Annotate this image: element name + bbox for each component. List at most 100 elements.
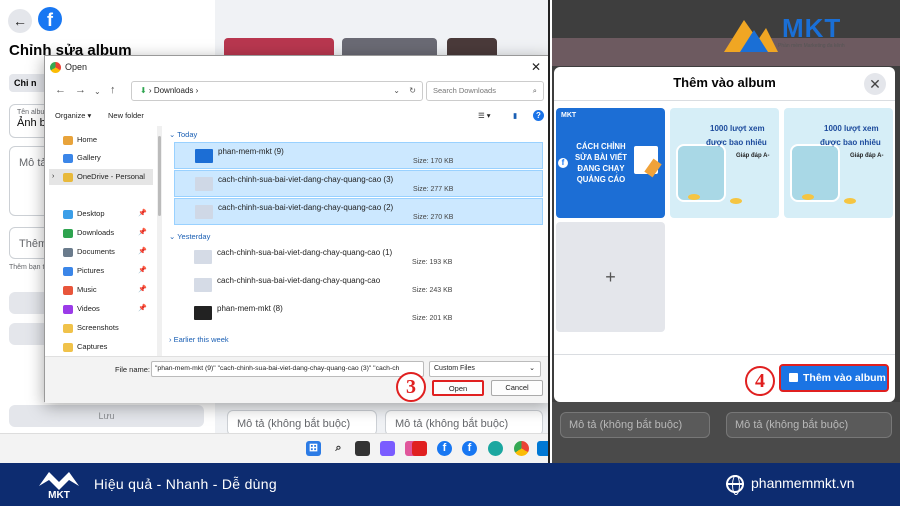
file-size: Size: 243 KB bbox=[412, 287, 453, 294]
search-input[interactable]: Search Downloads ⌕ bbox=[426, 81, 544, 101]
file-size: Size: 270 KB bbox=[413, 214, 454, 221]
website-link[interactable]: phanmemmkt.vn bbox=[751, 475, 854, 491]
windows-start-icon[interactable]: ⊞ bbox=[306, 441, 321, 456]
nav-item-music[interactable]: Music 📌 bbox=[63, 282, 153, 298]
photo-description-field[interactable]: Mô tả (không bắt buộc) bbox=[726, 412, 892, 438]
file-name: cach-chinh-sua-bai-viet-dang-chay-quang-… bbox=[218, 203, 394, 212]
chrome-icon[interactable] bbox=[514, 441, 529, 456]
file-name: cach-chinh-sua-bai-viet-dang-chay-quang-… bbox=[217, 276, 381, 285]
coin-icon bbox=[802, 194, 814, 200]
downloads-icon: ⬇ bbox=[140, 86, 147, 95]
home-icon bbox=[63, 135, 73, 145]
new-folder-button[interactable]: New folder bbox=[108, 106, 144, 126]
group-header-yesterday[interactable]: ⌄ Yesterday bbox=[169, 232, 210, 241]
forward-arrow-icon[interactable]: → bbox=[75, 84, 86, 96]
file-thumbnail bbox=[194, 250, 212, 264]
back-button[interactable]: ← bbox=[8, 9, 32, 33]
search-icon[interactable]: ⌕ bbox=[331, 441, 346, 456]
preview-pane-icon[interactable]: ▮ bbox=[513, 106, 517, 126]
left-screenshot: ← f Chỉnh sửa album Chỉ n Tên albu Ảnh b… bbox=[0, 0, 550, 463]
open-button[interactable]: Open bbox=[432, 380, 484, 396]
mkt-logo-icon: MKT bbox=[561, 112, 577, 119]
folder-icon bbox=[63, 323, 73, 333]
close-icon[interactable]: ✕ bbox=[531, 56, 541, 79]
file-thumbnail bbox=[194, 278, 212, 292]
privacy-button[interactable]: Chỉ n bbox=[9, 74, 49, 92]
file-name-label: File name: bbox=[115, 365, 151, 374]
file-thumbnail bbox=[194, 306, 212, 320]
photo-tile[interactable]: MKT f CÁCH CHỈNH SỬA BÀI VIẾT ĐANG CHẠY … bbox=[556, 108, 665, 218]
chevron-right-icon[interactable]: › bbox=[52, 169, 54, 185]
pin-icon: 📌 bbox=[138, 267, 147, 274]
file-size: Size: 193 KB bbox=[412, 259, 453, 266]
facebook-icon[interactable]: f bbox=[462, 441, 477, 456]
edge-icon[interactable] bbox=[488, 441, 503, 456]
add-photo-tile[interactable]: + bbox=[556, 222, 665, 332]
nav-item-videos[interactable]: Videos 📌 bbox=[63, 301, 153, 317]
address-bar[interactable]: ⬇ › Downloads › ⌄ ↻ bbox=[131, 81, 423, 101]
windows-taskbar: ⊞ ⌕ f f bbox=[0, 433, 548, 463]
file-thumbnail bbox=[195, 149, 213, 163]
photo-description-field[interactable]: Mô tả (không bắt buộc) bbox=[560, 412, 710, 438]
chrome-icon bbox=[50, 62, 61, 73]
file-row[interactable]: phan-mem-mkt (9) Size: 170 KB bbox=[174, 142, 543, 169]
file-name: cach-chinh-sua-bai-viet-dang-chay-quang-… bbox=[217, 248, 393, 257]
chevron-down-icon[interactable]: ⌄ bbox=[393, 82, 400, 100]
up-arrow-icon[interactable]: ↑ bbox=[110, 84, 116, 96]
facebook-logo-icon[interactable]: f bbox=[38, 7, 62, 31]
file-thumbnail bbox=[195, 205, 213, 219]
breadcrumb-item[interactable]: Downloads bbox=[154, 86, 194, 95]
promo-line-1: 1000 lượt xem bbox=[710, 124, 765, 133]
facebook-icon[interactable]: f bbox=[437, 441, 452, 456]
photo-tile[interactable]: 1000 lượt xem được bao nhiêu Giáp đáp A- bbox=[670, 108, 779, 218]
organize-menu[interactable]: Organize ▾ bbox=[55, 106, 91, 126]
chevron-down-icon[interactable]: ⌄ bbox=[94, 87, 101, 96]
youtube-icon[interactable] bbox=[412, 441, 427, 456]
nav-item-documents[interactable]: Documents 📌 bbox=[63, 244, 153, 260]
mkt-logo-text: MKT bbox=[782, 13, 842, 43]
mkt-logo-icon bbox=[724, 20, 778, 52]
file-list: ⌄ Today phan-mem-mkt (9) Size: 170 KB ca… bbox=[167, 126, 547, 356]
mkt-logo: MKT Phần mềm Marketing đa kênh bbox=[722, 8, 894, 62]
group-header-today[interactable]: ⌄ Today bbox=[169, 130, 197, 139]
tile-caption: CÁCH CHỈNH SỬA BÀI VIẾT ĐANG CHẠY QUẢNG … bbox=[574, 142, 628, 184]
file-type-select[interactable]: Custom Files ⌄ bbox=[429, 361, 541, 377]
nav-item-screenshots[interactable]: Screenshots bbox=[63, 320, 163, 336]
dialog-titlebar: Open ✕ bbox=[45, 56, 548, 79]
nav-item-desktop[interactable]: Desktop 📌 bbox=[63, 206, 153, 222]
pin-icon: 📌 bbox=[138, 305, 147, 312]
file-name-input[interactable]: "phan-mem-mkt (9)" "cach-chinh-sua-bai-v… bbox=[151, 361, 424, 377]
file-size: Size: 277 KB bbox=[413, 186, 454, 193]
file-row[interactable]: cach-chinh-sua-bai-viet-dang-chay-quang-… bbox=[174, 170, 543, 197]
file-row[interactable]: cach-chinh-sua-bai-viet-dang-chay-quang-… bbox=[174, 272, 543, 299]
group-header-earlier[interactable]: › Earlier this week bbox=[169, 335, 229, 344]
divider bbox=[554, 100, 895, 101]
refresh-icon[interactable]: ↻ bbox=[409, 82, 416, 100]
pictures-icon bbox=[63, 266, 73, 276]
photo-tile[interactable]: 1000 lượt xem được bao nhiêu Giáp đáp A- bbox=[784, 108, 893, 218]
save-button[interactable]: Lưu bbox=[9, 405, 204, 427]
promo-line-3: Giáp đáp A- bbox=[850, 153, 884, 159]
pin-icon: 📌 bbox=[138, 248, 147, 255]
file-row[interactable]: cach-chinh-sua-bai-viet-dang-chay-quang-… bbox=[174, 198, 543, 225]
right-background-bottom: Mô tả (không bắt buộc) Mô tả (không bắt … bbox=[552, 402, 900, 463]
close-icon[interactable]: ✕ bbox=[864, 73, 886, 95]
add-to-album-button[interactable]: Thêm vào album bbox=[779, 364, 889, 392]
nav-item-downloads[interactable]: Downloads 📌 bbox=[63, 225, 153, 241]
file-row[interactable]: phan-mem-mkt (8) Size: 201 KB bbox=[174, 300, 543, 327]
cancel-button[interactable]: Cancel bbox=[491, 380, 543, 396]
nav-item-onedrive[interactable]: › OneDrive - Personal bbox=[49, 169, 153, 185]
photos-icon[interactable] bbox=[380, 441, 395, 456]
nav-item-gallery[interactable]: Gallery bbox=[63, 150, 163, 166]
nav-item-captures[interactable]: Captures bbox=[63, 339, 163, 355]
nav-item-home[interactable]: Home bbox=[63, 132, 163, 148]
vscode-icon[interactable] bbox=[537, 441, 548, 456]
nav-item-pictures[interactable]: Pictures 📌 bbox=[63, 263, 153, 279]
help-icon[interactable]: ? bbox=[533, 110, 544, 121]
file-row[interactable]: cach-chinh-sua-bai-viet-dang-chay-quang-… bbox=[174, 244, 543, 271]
task-view-icon[interactable] bbox=[355, 441, 370, 456]
view-options-icon[interactable]: ☰ ▾ bbox=[478, 106, 491, 126]
desktop-icon bbox=[63, 209, 73, 219]
back-arrow-icon[interactable]: ← bbox=[55, 84, 66, 96]
nav-pane-scrollbar[interactable] bbox=[157, 126, 162, 356]
